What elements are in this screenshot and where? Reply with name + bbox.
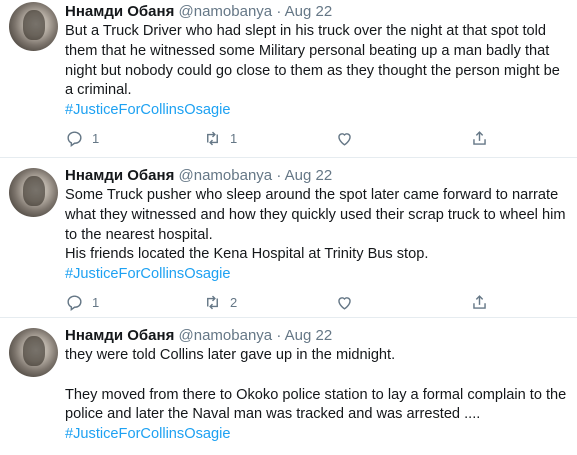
author-handle[interactable]: @namobanya — [179, 327, 273, 344]
retweet-icon — [207, 295, 218, 310]
like-button[interactable] — [335, 293, 354, 312]
tweet-header: Ннамди Обаня @namobanya · Aug 22 — [65, 326, 569, 346]
tweet-date[interactable]: Aug 22 — [285, 3, 333, 20]
avatar[interactable] — [9, 168, 58, 217]
tweet-text-line: But a Truck Driver who had slept in his … — [65, 23, 560, 99]
author-name[interactable]: Ннамди Обаня — [65, 3, 174, 20]
tweet-header: Ннамди Обаня @namobanya · Aug 22 — [65, 2, 569, 22]
reply-icon — [67, 131, 82, 148]
author-name[interactable]: Ннамди Обаня — [65, 167, 174, 184]
tweet-text: But a Truck Driver who had slept in his … — [65, 22, 569, 121]
share-button[interactable] — [470, 293, 489, 312]
hashtag-link[interactable]: #JusticeForCollinsOsagie — [65, 425, 569, 445]
retweet-button[interactable]: 2 — [203, 293, 237, 312]
tweet[interactable]: Ннамди Обаня @namobanya · Aug 22 But a T… — [0, 0, 577, 158]
share-icon — [473, 295, 486, 309]
tweet-text: Some Truck pusher who sleep around the s… — [65, 186, 569, 285]
author-handle[interactable]: @namobanya — [179, 3, 273, 20]
retweet-button[interactable]: 1 — [203, 129, 237, 148]
tweet-date[interactable]: Aug 22 — [285, 167, 333, 184]
tweet-text-line: They moved from there to Okoko police st… — [65, 386, 567, 423]
retweet-icon — [207, 131, 218, 146]
heart-icon — [338, 133, 351, 146]
reply-button[interactable]: 1 — [65, 293, 99, 312]
retweet-count: 2 — [230, 294, 238, 310]
tweet-actions: 1 1 — [65, 129, 569, 151]
share-icon — [473, 131, 486, 145]
tweet-text-line: they were told Collins later gave up in … — [65, 347, 396, 363]
tweet-text: they were told Collins later gave up in … — [65, 346, 569, 445]
reply-icon — [67, 295, 82, 312]
separator: · — [276, 167, 282, 184]
hashtag-link[interactable]: #JusticeForCollinsOsagie — [65, 265, 569, 285]
hashtag-link[interactable]: #JusticeForCollinsOsagie — [65, 101, 569, 121]
reply-count: 1 — [92, 130, 100, 146]
tweet-header: Ннамди Обаня @namobanya · Aug 22 — [65, 166, 569, 186]
tweet-text-line: Some Truck pusher who sleep around the s… — [65, 187, 566, 243]
like-button[interactable] — [335, 129, 354, 148]
tweet-text-line: His friends located the Kena Hospital at… — [65, 246, 429, 263]
tweet-actions: 1 2 — [65, 293, 569, 315]
separator: · — [276, 327, 282, 344]
tweet-date[interactable]: Aug 22 — [285, 327, 333, 344]
reply-button[interactable]: 1 — [65, 129, 99, 148]
avatar[interactable] — [9, 2, 58, 51]
retweet-count: 1 — [230, 130, 238, 146]
separator: · — [276, 3, 282, 20]
tweet[interactable]: Ннамди Обаня @namobanya · Aug 22 they we… — [0, 318, 577, 455]
avatar[interactable] — [9, 328, 58, 377]
share-button[interactable] — [470, 129, 489, 148]
author-name[interactable]: Ннамди Обаня — [65, 327, 174, 344]
author-handle[interactable]: @namobanya — [179, 167, 273, 184]
reply-count: 1 — [92, 294, 100, 310]
tweet[interactable]: Ннамди Обаня @namobanya · Aug 22 Some Tr… — [0, 158, 577, 318]
heart-icon — [338, 297, 351, 310]
